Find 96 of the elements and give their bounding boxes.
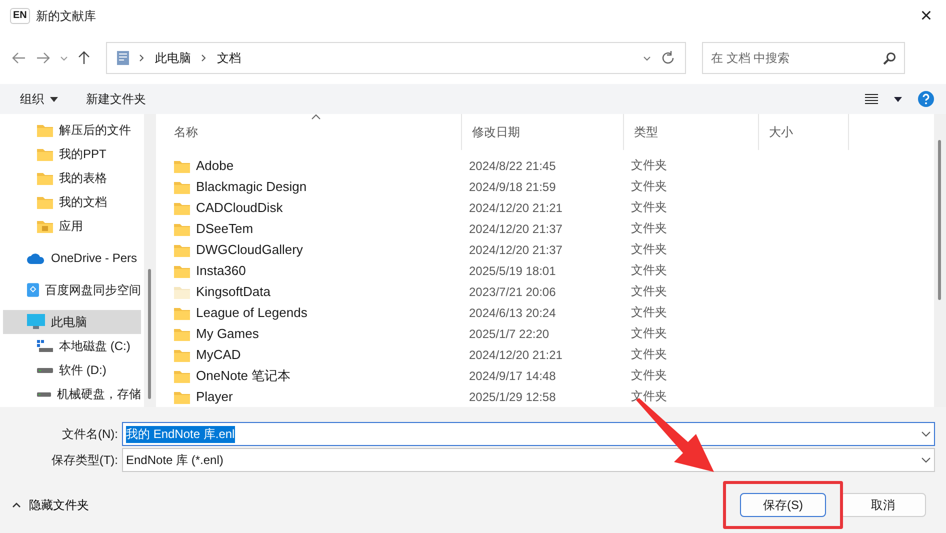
- folder-icon: [37, 171, 53, 185]
- file-name[interactable]: My Games: [162, 326, 462, 341]
- type-cell-text: 文件夹: [630, 262, 668, 279]
- sidebar-item[interactable]: 应用: [3, 214, 141, 238]
- folder-icon: [37, 147, 53, 161]
- sidebar-item[interactable]: 我的PPT: [3, 142, 141, 166]
- chevron-icon: [201, 54, 207, 62]
- caret-icon: [50, 96, 58, 102]
- breadcrumb-item[interactable]: 文档: [217, 50, 241, 66]
- date-cell-text: 2024/12/20 21:21: [468, 348, 564, 362]
- type-cell-text: 文件夹: [630, 241, 668, 258]
- caret-icon[interactable]: [894, 96, 902, 102]
- file-name[interactable]: KingsoftData: [162, 284, 462, 299]
- scrollbar-thumb[interactable]: [148, 269, 151, 399]
- date-cell-text: 2024/9/17 14:48: [468, 368, 557, 382]
- file-name[interactable]: Adobe: [162, 158, 462, 173]
- dropdown-caret-icon[interactable]: [643, 56, 651, 60]
- column-header[interactable]: 大小: [759, 114, 849, 150]
- type-cell-text: 文件夹: [630, 325, 668, 342]
- new-folder-button[interactable]: 新建文件夹: [86, 90, 146, 108]
- file-name[interactable]: OneNote 笔记本: [162, 366, 462, 384]
- up-arrow-icon[interactable]: [78, 51, 90, 65]
- sidebar-item[interactable]: 我的文档: [3, 190, 141, 214]
- app-logo: EN: [10, 8, 30, 24]
- back-arrow-icon[interactable]: [12, 52, 26, 64]
- dropdown-caret-icon[interactable]: [921, 431, 931, 437]
- app-folder-icon: [37, 219, 53, 233]
- filename-field[interactable]: 我的 EndNote 库.enl: [122, 422, 935, 446]
- folder-icon: [37, 123, 53, 137]
- file-name[interactable]: Player: [162, 389, 462, 404]
- save-button[interactable]: 保存(S): [740, 493, 826, 517]
- address-bar[interactable]: 此电脑 文档: [106, 42, 686, 74]
- date-cell-text: 2024/12/20 21:37: [468, 222, 564, 236]
- file-name[interactable]: CADCloudDisk: [162, 200, 462, 215]
- cancel-button[interactable]: 取消: [840, 493, 926, 517]
- type-cell-text: 文件夹: [630, 157, 668, 174]
- file-name[interactable]: DWGCloudGallery: [162, 242, 462, 257]
- sidebar-item[interactable]: OneDrive - Pers: [3, 246, 141, 270]
- date-cell-text: 2025/5/19 18:01: [468, 264, 557, 278]
- search-field[interactable]: 在 文档 中搜索: [702, 42, 905, 74]
- column-header[interactable]: 类型: [624, 114, 759, 150]
- drive-icon: [37, 368, 53, 372]
- breadcrumb-item[interactable]: 此电脑: [155, 50, 191, 66]
- sidebar-item[interactable]: 我的表格: [3, 166, 141, 190]
- date-cell-text: 2024/12/20 21:21: [468, 200, 564, 214]
- organize-menu-button[interactable]: 组织: [20, 90, 58, 108]
- file-name[interactable]: Blackmagic Design: [162, 179, 462, 194]
- date-cell-text: 2024/12/20 21:37: [468, 242, 564, 256]
- date-cell-text: 2025/1/29 12:58: [468, 390, 557, 404]
- search-icon: [883, 52, 896, 65]
- view-list-icon[interactable]: [865, 94, 878, 104]
- date-cell-text: 2024/8/22 21:45: [468, 158, 557, 172]
- date-cell-text: 2024/9/18 21:59: [468, 180, 557, 194]
- type-cell-text: 文件夹: [630, 220, 668, 237]
- type-cell-text: 文件夹: [630, 283, 668, 300]
- drive-icon: [37, 392, 51, 396]
- sort-caret-icon: [311, 114, 321, 120]
- file-type-dropdown[interactable]: EndNote 库 (*.enl): [122, 448, 935, 472]
- type-cell-text: 文件夹: [630, 178, 668, 195]
- close-button[interactable]: ×: [916, 6, 936, 26]
- sidebar-item[interactable]: 本地磁盘 (C:): [3, 334, 141, 358]
- file-name[interactable]: Insta360: [162, 263, 462, 278]
- type-cell-text: 文件夹: [630, 346, 668, 363]
- refresh-icon[interactable]: [661, 51, 675, 65]
- column-header[interactable]: 名称: [162, 114, 462, 150]
- window-title: 新的文献库: [36, 8, 97, 24]
- chevron-up-icon: [12, 502, 21, 508]
- sidebar-item[interactable]: 此电脑: [3, 310, 141, 334]
- field-label: 保存类型(T):: [50, 452, 119, 468]
- drive-icon: [37, 340, 53, 352]
- file-name[interactable]: DSeeTem: [162, 221, 462, 236]
- chevron-icon: [139, 54, 145, 62]
- date-cell-text: 2023/7/21 20:06: [468, 284, 557, 298]
- help-icon[interactable]: [918, 91, 934, 107]
- document-icon: [117, 51, 129, 65]
- scrollbar-thumb[interactable]: [938, 140, 941, 300]
- date-cell-text: 2025/1/7 22:20: [468, 326, 550, 340]
- sidebar-item[interactable]: 百度网盘同步空间: [3, 278, 141, 302]
- file-name[interactable]: MyCAD: [162, 347, 462, 362]
- sidebar-item[interactable]: 机械硬盘，存储: [3, 382, 141, 406]
- file-name[interactable]: League of Legends: [162, 305, 462, 320]
- type-cell-text: 文件夹: [630, 367, 668, 384]
- type-cell-text: 文件夹: [630, 199, 668, 216]
- cloud-sync-icon: [27, 282, 39, 298]
- dropdown-caret-icon[interactable]: [921, 457, 931, 463]
- sidebar-item[interactable]: 软件 (D:): [3, 358, 141, 382]
- forward-arrow-icon[interactable]: [36, 52, 50, 64]
- date-cell-text: 2024/6/13 20:24: [468, 306, 557, 320]
- field-label: 文件名(N):: [61, 426, 119, 442]
- cloud-icon: [27, 252, 45, 264]
- sidebar-item[interactable]: 解压后的文件: [3, 118, 141, 142]
- type-cell-text: 文件夹: [630, 304, 668, 321]
- hide-folders-button[interactable]: 隐藏文件夹: [12, 496, 89, 514]
- monitor-icon: [27, 314, 45, 330]
- column-header[interactable]: 修改日期: [462, 114, 624, 150]
- folder-icon: [37, 195, 53, 209]
